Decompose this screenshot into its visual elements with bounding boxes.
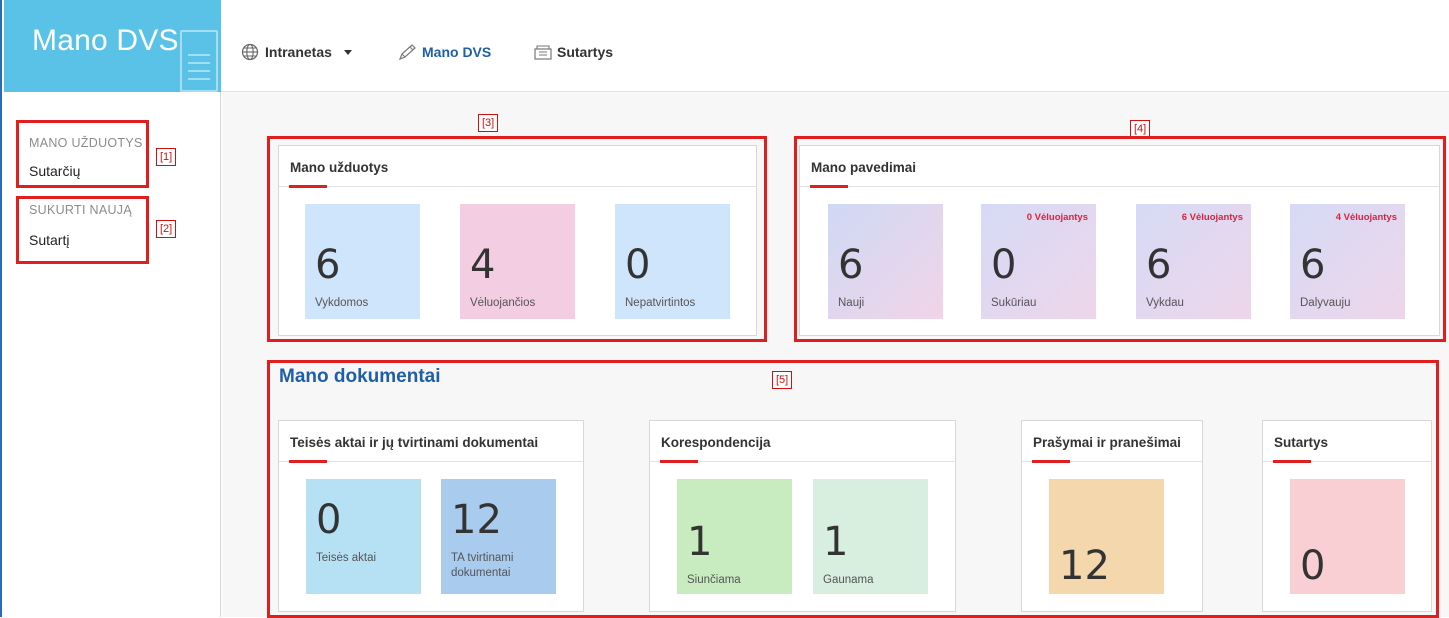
nav-mano-dvs[interactable]: Mano DVS xyxy=(398,43,491,61)
my-documents-title: Mano dokumentai xyxy=(279,366,441,387)
tile-tasks-in-progress[interactable]: 6 Vykdomos xyxy=(305,204,420,319)
document-icon xyxy=(180,30,218,92)
my-assignments-card: Mano pavedimai 6 Nauji 0 Vėluojantys 0 S… xyxy=(799,145,1440,336)
tile-assignments-new[interactable]: 6 Nauji xyxy=(828,204,943,319)
sidebar-heading-tasks: MANO UŽDUOTYS xyxy=(29,136,143,150)
contracts-title: Sutartys xyxy=(1274,435,1329,450)
sidebar-item-create-contract[interactable]: Sutartį xyxy=(29,232,69,248)
tile-correspondence-sent[interactable]: 1 Siunčiama xyxy=(677,479,792,594)
legal-acts-card: Teisės aktai ir jų tvirtinami dokumentai… xyxy=(278,420,584,612)
correspondence-card: Korespondencija 1 Siunčiama 1 Gaunama xyxy=(649,420,956,612)
requests-title: Prašymai ir pranešimai xyxy=(1033,435,1181,450)
pen-icon xyxy=(398,43,416,61)
tile-requests[interactable]: 12 xyxy=(1049,479,1164,594)
brand-logo[interactable]: Mano DVS xyxy=(4,0,221,92)
annotation-tag-3: [3] xyxy=(478,114,499,132)
tile-assignments-created[interactable]: 0 Vėluojantys 0 Sukūriau xyxy=(981,204,1096,319)
nav-intranet-label: Intranetas xyxy=(265,44,332,60)
tile-assignments-participating[interactable]: 4 Vėluojantys 6 Dalyvauju xyxy=(1290,204,1405,319)
my-tasks-card: Mano užduotys 6 Vykdomos 4 Vėluojančios … xyxy=(278,145,757,336)
app-title: Mano DVS xyxy=(32,24,179,57)
app-frame: Mano DVS Intranetas Mano DVS Sutartys MA… xyxy=(0,0,1449,618)
top-navigation: Intranetas Mano DVS Sutartys xyxy=(221,0,1449,92)
contracts-card: Sutartys 0 xyxy=(1262,420,1432,612)
correspondence-title: Korespondencija xyxy=(661,435,771,450)
chevron-down-icon[interactable] xyxy=(343,49,352,55)
globe-icon xyxy=(241,43,259,61)
folder-icon xyxy=(533,43,552,61)
tile-contracts[interactable]: 0 xyxy=(1290,479,1405,594)
tile-legal-acts[interactable]: 0 Teisės aktai xyxy=(306,479,421,594)
main-content: [3] [4] Mano užduotys 6 Vykdomos 4 Vėluo… xyxy=(222,92,1449,618)
tile-tasks-late[interactable]: 4 Vėluojančios xyxy=(460,204,575,319)
nav-sutartys[interactable]: Sutartys xyxy=(533,43,613,61)
tile-ta-approved-docs[interactable]: 12 TA tvirtinami dokumentai xyxy=(441,479,556,594)
tile-tasks-unconfirmed[interactable]: 0 Nepatvirtintos xyxy=(615,204,730,319)
sidebar-heading-create: SUKURTI NAUJĄ xyxy=(29,203,132,217)
annotation-tag-1: [1] xyxy=(156,148,177,166)
sidebar-item-contracts-tasks[interactable]: Sutarčių xyxy=(29,163,80,179)
nav-sutartys-label: Sutartys xyxy=(557,44,614,60)
tile-correspondence-received[interactable]: 1 Gaunama xyxy=(813,479,928,594)
sidebar: MANO UŽDUOTYS Sutarčių [1] SUKURTI NAUJĄ… xyxy=(4,92,221,617)
my-tasks-title: Mano užduotys xyxy=(290,160,389,175)
nav-mano-dvs-label: Mano DVS xyxy=(422,44,492,60)
annotation-tag-4: [4] xyxy=(1130,120,1151,138)
my-assignments-title: Mano pavedimai xyxy=(811,160,917,175)
requests-card: Prašymai ir pranešimai 12 xyxy=(1021,420,1203,612)
tile-assignments-executing[interactable]: 6 Vėluojantys 6 Vykdau xyxy=(1136,204,1251,319)
annotation-tag-5: [5] xyxy=(772,371,793,389)
nav-intranet[interactable]: Intranetas xyxy=(241,43,352,61)
annotation-tag-2: [2] xyxy=(156,220,177,238)
legal-acts-title: Teisės aktai ir jų tvirtinami dokumentai xyxy=(290,435,539,450)
